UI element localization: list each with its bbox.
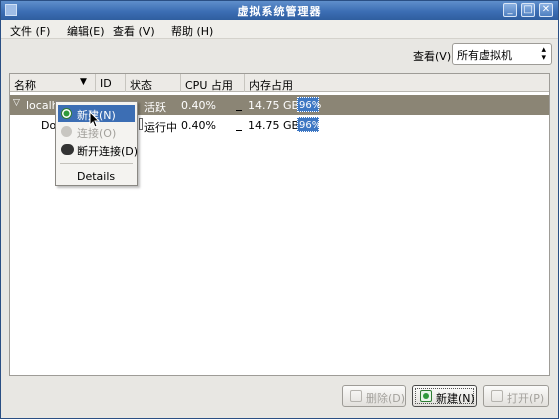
row-memory: 14.75 GB <box>248 119 300 132</box>
column-header-name[interactable]: 名称 ▼ <box>10 74 96 92</box>
expander-icon[interactable]: ▽ <box>13 98 20 108</box>
menu-edit[interactable]: 编辑(E) <box>67 23 105 39</box>
table-header: 名称 ▼ ID 状态 CPU 占用 内存占用 <box>10 74 549 92</box>
close-button[interactable]: ✕ <box>539 3 553 17</box>
menu-file[interactable]: 文件 (F) <box>10 23 50 39</box>
new-vm-icon <box>61 108 72 119</box>
context-menu-disconnect[interactable]: 断开连接(D) <box>58 141 139 158</box>
row-status: 运行中 <box>144 121 177 134</box>
column-header-memory[interactable]: 内存占用 <box>245 74 549 92</box>
menu-help[interactable]: 帮助 (H) <box>171 23 213 39</box>
mouse-cursor-icon <box>89 111 101 128</box>
open-button[interactable]: 打开(P) <box>483 385 549 407</box>
view-filter-value: 所有虚拟机 <box>457 49 512 62</box>
maximize-button[interactable]: □ <box>521 3 535 17</box>
column-header-id[interactable]: ID <box>96 74 126 92</box>
vm-state-icon <box>139 118 143 130</box>
view-filter-label: 查看(V): <box>413 50 455 63</box>
row-cpu: 0.40% <box>181 119 216 132</box>
row-memory: 14.75 GB <box>248 99 300 112</box>
disconnect-icon <box>61 144 74 155</box>
column-name-label: 名称 <box>14 79 36 92</box>
virt-manager-window: 虚拟系统管理器 _ □ ✕ 文件 (F) 编辑(E) 查看 (V) 帮助 (H)… <box>0 0 559 419</box>
memory-meter: 96% <box>297 97 321 112</box>
view-filter-select[interactable]: 所有虚拟机 ▴ ▾ <box>452 43 552 65</box>
new-vm-icon <box>420 390 432 402</box>
context-menu-details-label: Details <box>77 170 116 183</box>
sort-down-icon: ▼ <box>80 77 87 87</box>
title-bar[interactable]: 虚拟系统管理器 _ □ ✕ <box>1 1 558 20</box>
context-menu-disconnect-label: 断开连接(D) <box>77 145 139 158</box>
row-name: localh <box>26 99 59 112</box>
minimize-button[interactable]: _ <box>503 3 517 17</box>
new-button[interactable]: 新建(N) <box>412 385 477 407</box>
delete-button[interactable]: 删除(D) <box>342 385 406 407</box>
delete-icon <box>350 390 362 402</box>
context-menu-details[interactable]: Details <box>58 168 135 185</box>
row-cpu: 0.40% <box>181 99 216 112</box>
menu-separator <box>60 163 133 164</box>
window-title: 虚拟系统管理器 <box>237 5 322 18</box>
open-button-label: 打开(P) <box>507 392 545 405</box>
cpu-graph <box>236 110 242 111</box>
new-button-label: 新建(N) <box>436 392 475 405</box>
open-icon <box>491 390 503 402</box>
cpu-graph <box>236 130 242 131</box>
delete-button-label: 删除(D) <box>366 392 406 405</box>
menu-bar: 文件 (F) 编辑(E) 查看 (V) 帮助 (H) <box>1 20 558 39</box>
connect-icon <box>61 126 72 137</box>
row-name: Do <box>41 119 57 132</box>
menu-view[interactable]: 查看 (V) <box>113 23 155 39</box>
column-header-cpu[interactable]: CPU 占用 <box>181 74 245 92</box>
row-status: 活跃 <box>144 101 166 114</box>
memory-meter: 96% <box>297 117 321 132</box>
updown-arrow-icon: ▴ ▾ <box>541 45 546 63</box>
column-header-status[interactable]: 状态 <box>126 74 181 92</box>
